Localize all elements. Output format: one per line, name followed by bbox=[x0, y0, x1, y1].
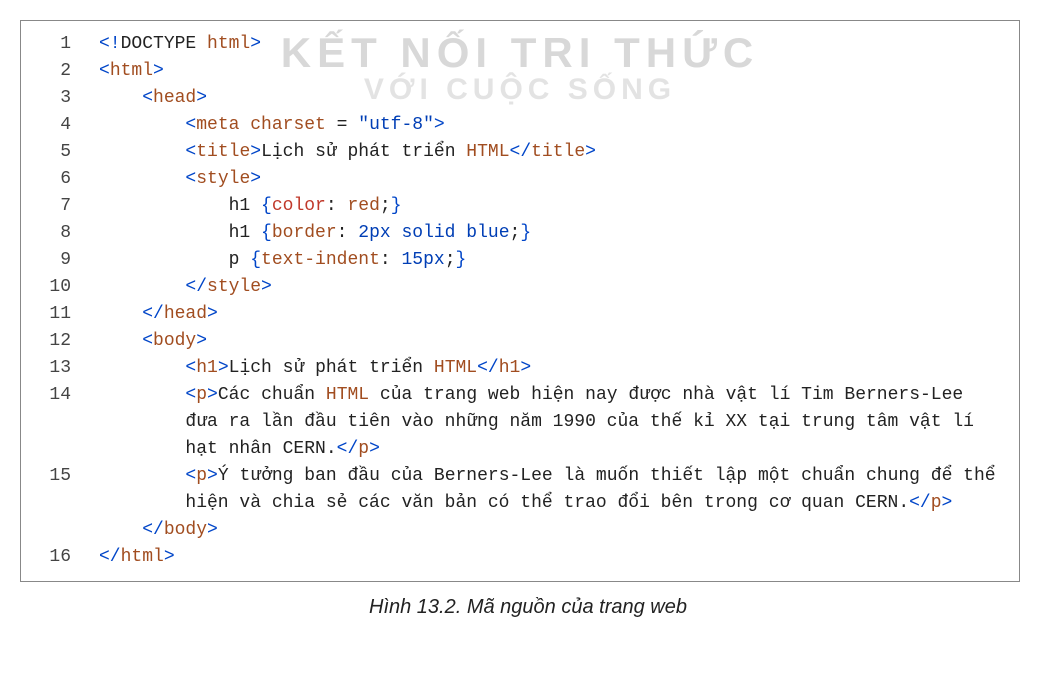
code-content: </style> bbox=[99, 274, 999, 301]
line-number: 15 bbox=[31, 463, 99, 490]
code-body: 1<!DOCTYPE html>2<html>3 <head>4 <meta c… bbox=[31, 31, 999, 571]
code-content: <meta charset = "utf-8"> bbox=[99, 112, 999, 139]
code-line: 5 <title>Lịch sử phát triển HTML</title> bbox=[31, 139, 999, 166]
figure-caption: Hình 13.2. Mã nguồn của trang web bbox=[20, 596, 1036, 619]
line-number: 3 bbox=[31, 85, 99, 112]
code-content: <head> bbox=[99, 85, 999, 112]
code-line: </body> bbox=[31, 517, 999, 544]
code-line: 11 </head> bbox=[31, 301, 999, 328]
code-content: <p>Ý tưởng ban đầu của Berners-Lee là mu… bbox=[99, 463, 999, 517]
code-line: 4 <meta charset = "utf-8"> bbox=[31, 112, 999, 139]
code-line: 13 <h1>Lịch sử phát triển HTML</h1> bbox=[31, 355, 999, 382]
line-number: 13 bbox=[31, 355, 99, 382]
code-line: 10 </style> bbox=[31, 274, 999, 301]
code-line: 7 h1 {color: red;} bbox=[31, 193, 999, 220]
code-line: 16</html> bbox=[31, 544, 999, 571]
code-line: 2<html> bbox=[31, 58, 999, 85]
code-content: </head> bbox=[99, 301, 999, 328]
code-content: <body> bbox=[99, 328, 999, 355]
code-line: 12 <body> bbox=[31, 328, 999, 355]
code-line: 3 <head> bbox=[31, 85, 999, 112]
code-content: <style> bbox=[99, 166, 999, 193]
line-number: 2 bbox=[31, 58, 99, 85]
line-number: 6 bbox=[31, 166, 99, 193]
code-content: p {text-indent: 15px;} bbox=[99, 247, 999, 274]
code-line: 15 <p>Ý tưởng ban đầu của Berners-Lee là… bbox=[31, 463, 999, 517]
code-line: 14 <p>Các chuẩn HTML của trang web hiện … bbox=[31, 382, 999, 463]
line-number: 7 bbox=[31, 193, 99, 220]
code-content: </html> bbox=[99, 544, 999, 571]
code-line: 1<!DOCTYPE html> bbox=[31, 31, 999, 58]
line-number: 5 bbox=[31, 139, 99, 166]
code-content: <title>Lịch sử phát triển HTML</title> bbox=[99, 139, 999, 166]
code-line: 8 h1 {border: 2px solid blue;} bbox=[31, 220, 999, 247]
code-line: 9 p {text-indent: 15px;} bbox=[31, 247, 999, 274]
code-content: </body> bbox=[99, 517, 999, 544]
code-content: <html> bbox=[99, 58, 999, 85]
line-number: 8 bbox=[31, 220, 99, 247]
line-number: 1 bbox=[31, 31, 99, 58]
code-content: <!DOCTYPE html> bbox=[99, 31, 999, 58]
line-number: 4 bbox=[31, 112, 99, 139]
code-content: h1 {border: 2px solid blue;} bbox=[99, 220, 999, 247]
line-number: 14 bbox=[31, 382, 99, 409]
code-content: <p>Các chuẩn HTML của trang web hiện nay… bbox=[99, 382, 999, 463]
line-number: 10 bbox=[31, 274, 99, 301]
line-number: 11 bbox=[31, 301, 99, 328]
line-number: 12 bbox=[31, 328, 99, 355]
code-content: h1 {color: red;} bbox=[99, 193, 999, 220]
line-number: 16 bbox=[31, 544, 99, 571]
code-frame: KẾT NỐI TRI THỨC VỚI CUỘC SỐNG 1<!DOCTYP… bbox=[20, 20, 1020, 582]
line-number: 9 bbox=[31, 247, 99, 274]
code-content: <h1>Lịch sử phát triển HTML</h1> bbox=[99, 355, 999, 382]
code-line: 6 <style> bbox=[31, 166, 999, 193]
